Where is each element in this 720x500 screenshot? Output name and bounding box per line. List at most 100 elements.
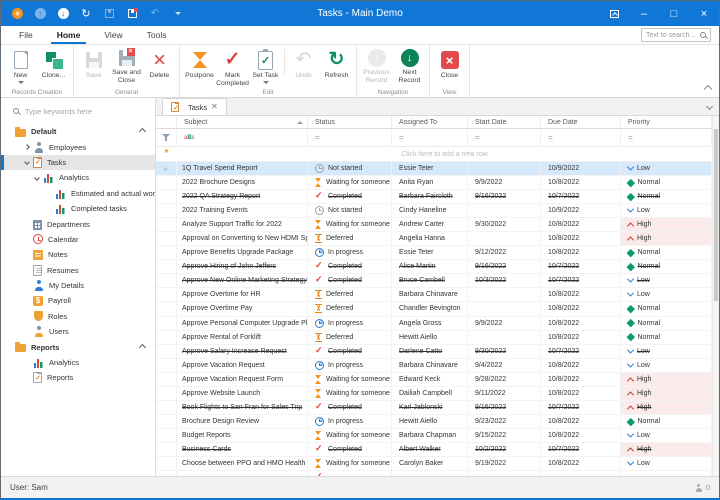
column-header-assigned-to[interactable]: Assigned To	[392, 116, 468, 128]
cell-subject[interactable]: Business Cards	[177, 443, 308, 456]
cell-due-date[interactable]: 10/8/2022	[541, 373, 621, 386]
close-icon[interactable]: ×	[689, 1, 719, 26]
cell-assigned-to[interactable]: Hewitt Aiello	[392, 331, 468, 344]
cell-subject[interactable]: Approve Vacation Request Form	[177, 373, 308, 386]
cell-priority[interactable]: Low	[621, 288, 712, 301]
task-row[interactable]: 2022 Training EventsNot startedCindy Han…	[156, 204, 712, 218]
sidebar-item-departments[interactable]: Departments	[1, 216, 155, 231]
cell-due-date[interactable]: 10/8/2022	[541, 387, 621, 400]
cell-subject[interactable]: Approve Personal Computer Upgrade Plan	[177, 317, 308, 330]
sidebar-item-tasks[interactable]: Tasks	[1, 155, 155, 170]
cell-priority[interactable]: Normal	[621, 331, 712, 344]
cell-assigned-to[interactable]: Alice Martin	[392, 260, 468, 273]
cell-status[interactable]: Deferred	[308, 232, 392, 245]
sidebar-item-reports[interactable]: Reports	[1, 339, 155, 354]
cell-due-date[interactable]: 10/7/2022	[541, 401, 621, 414]
cell-due-date[interactable]: 10/7/2022	[541, 190, 621, 203]
tab-list-chevron-icon[interactable]	[706, 103, 713, 110]
cell-assigned-to[interactable]: Essie Teter	[392, 246, 468, 259]
new-button[interactable]: New	[4, 47, 37, 85]
cell-start-date[interactable]: 9/28/2022	[468, 373, 541, 386]
sidebar-search-box[interactable]: Type keywords here	[1, 98, 155, 124]
ribbon-options-icon[interactable]	[599, 1, 629, 26]
cell-due-date[interactable]: 10/8/2022	[541, 218, 621, 231]
cell-start-date[interactable]	[468, 288, 541, 301]
cell-due-date[interactable]: 10/8/2022	[541, 359, 621, 372]
cell-subject[interactable]: 2022 QA Strategy Report	[177, 190, 308, 203]
cell-status[interactable]: Waiting for someone else	[308, 373, 392, 386]
cell-start-date[interactable]: 9/9/2022	[468, 176, 541, 189]
task-row[interactable]: Choose between PPO and HMO Health PlanWa…	[156, 457, 712, 471]
sidebar-item-analytics[interactable]: Analytics	[1, 355, 155, 370]
cell-priority[interactable]: High	[621, 401, 712, 414]
ribbon-tab-home[interactable]: Home	[45, 26, 93, 44]
grid-new-row[interactable]: * Click here to add a new row	[156, 147, 712, 162]
cell-due-date[interactable]: 10/8/2022	[541, 232, 621, 245]
task-row[interactable]: Approve Vacation RequestIn progressBarba…	[156, 359, 712, 373]
cell-status[interactable]: Deferred	[308, 302, 392, 315]
cell-subject[interactable]: 1Q Travel Spend Report	[177, 162, 308, 175]
abc-filter-icon[interactable]: aBc	[184, 135, 195, 141]
cell-status[interactable]: In progress	[308, 317, 392, 330]
cell-subject[interactable]: Approve Website Launch	[177, 387, 308, 400]
cell-subject[interactable]: Approve Vacation Request	[177, 359, 308, 372]
cell-start-date[interactable]: 9/19/2022	[468, 457, 541, 470]
refresh-icon[interactable]: ↻	[80, 8, 92, 20]
ribbon-tab-view[interactable]: View	[92, 26, 134, 44]
task-row[interactable]: Book Flights to San Fran for Sales TripC…	[156, 401, 712, 415]
cell-due-date[interactable]: 10/8/2022	[541, 288, 621, 301]
sidebar-item-completed-tasks[interactable]: Completed tasks	[1, 201, 155, 216]
cell-status[interactable]: In progress	[308, 246, 392, 259]
cell-priority[interactable]: High	[621, 232, 712, 245]
column-header-due-date[interactable]: Due Date	[541, 116, 621, 128]
cell-start-date[interactable]: 10/3/2022	[468, 274, 541, 287]
cell-assigned-to[interactable]: Angela Gross	[392, 317, 468, 330]
cell-priority[interactable]: Normal	[621, 260, 712, 273]
cell-status[interactable]: Completed	[308, 401, 392, 414]
cell-assigned-to[interactable]: Bruce Cambell	[392, 274, 468, 287]
cell-status[interactable]: Deferred	[308, 288, 392, 301]
mark-completed-button[interactable]: ✓Mark Completed	[216, 47, 249, 85]
cell-due-date[interactable]: 10/8/2022	[541, 457, 621, 470]
task-row[interactable]: Approve Rental of ForkliftDeferredHewitt…	[156, 331, 712, 345]
filter-cell-due-date[interactable]: =	[541, 129, 621, 146]
cell-assigned-to[interactable]: Anita Ryan	[392, 176, 468, 189]
cell-status[interactable]: Completed	[308, 345, 392, 358]
cell-start-date[interactable]: 9/30/2022	[468, 218, 541, 231]
cell-due-date[interactable]: 10/8/2022	[541, 246, 621, 259]
cell-assigned-to[interactable]: Carolyn Baker	[392, 457, 468, 470]
task-row[interactable]: Approve Overtime for HRDeferredBarbara C…	[156, 288, 712, 302]
cell-start-date[interactable]: 9/16/2022	[468, 260, 541, 273]
save-and-close-button[interactable]: ×Save and Close	[110, 47, 143, 85]
cell-start-date[interactable]	[468, 204, 541, 217]
task-row[interactable]: Approve Personal Computer Upgrade PlanIn…	[156, 317, 712, 331]
column-header-priority[interactable]: Priority	[621, 116, 712, 128]
column-header-start-date[interactable]: Start Date	[468, 116, 541, 128]
cell-assigned-to[interactable]: Barbara Chinavare	[392, 288, 468, 301]
cell-priority[interactable]: Normal	[621, 302, 712, 315]
cell-priority[interactable]: Low	[621, 204, 712, 217]
cell-assigned-to[interactable]: Chandler Bevington	[392, 302, 468, 315]
cell-priority[interactable]: High	[621, 218, 712, 231]
cell-due-date[interactable]: 10/7/2022	[541, 345, 621, 358]
cell-subject[interactable]: Approve Benefits Upgrade Package	[177, 246, 308, 259]
cell-subject[interactable]: Analyze Support Traffic for 2022	[177, 218, 308, 231]
cell-status[interactable]: In progress	[308, 359, 392, 372]
filter-cell-start-date[interactable]: =	[468, 129, 541, 146]
cell-due-date[interactable]: 10/8/2022	[541, 176, 621, 189]
ribbon-tab-file[interactable]: File	[7, 26, 45, 44]
cell-due-date[interactable]: 10/8/2022	[541, 415, 621, 428]
cell-subject[interactable]: Approve Salary Increase Request	[177, 345, 308, 358]
cell-subject[interactable]: Book Flights to San Fran for Sales Trip	[177, 401, 308, 414]
cell-assigned-to[interactable]: Dailiah Campbell	[392, 387, 468, 400]
sidebar-item-reports[interactable]: Reports	[1, 370, 155, 385]
cell-assigned-to[interactable]: Cindy Haneline	[392, 204, 468, 217]
postpone-button[interactable]: Postpone	[183, 47, 216, 85]
cell-assigned-to[interactable]: Albert Walker	[392, 443, 468, 456]
cell-start-date[interactable]: 9/9/2022	[468, 317, 541, 330]
sidebar-item-estimated-and-actual-work-comparison[interactable]: Estimated and actual work comparison	[1, 186, 155, 201]
task-row[interactable]: Approval on Converting to New HDMI Speci…	[156, 232, 712, 246]
cell-start-date[interactable]: 9/16/2022	[468, 401, 541, 414]
cell-priority[interactable]: Normal	[621, 190, 712, 203]
cell-due-date[interactable]: 10/9/2022	[541, 204, 621, 217]
